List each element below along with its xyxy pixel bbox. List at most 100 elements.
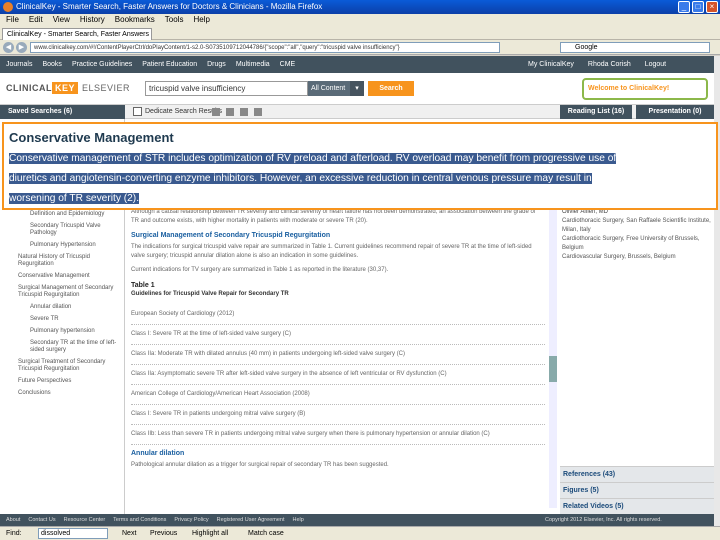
nav-practice-guidelines[interactable]: Practice Guidelines xyxy=(72,56,132,73)
find-next-button[interactable]: Next xyxy=(122,527,136,540)
menu-bookmarks[interactable]: Bookmarks xyxy=(115,14,155,26)
find-input[interactable]: dissolved xyxy=(38,528,108,539)
article-scrollbar[interactable] xyxy=(549,208,557,508)
forward-icon[interactable]: ▶ xyxy=(16,42,27,53)
chevron-down-icon[interactable]: ▾ xyxy=(350,81,364,96)
callout-line: worsening of TR severity (2). xyxy=(4,189,716,208)
browser-search-input[interactable]: Google xyxy=(560,42,710,53)
search-input[interactable]: tricuspid valve insufficiency xyxy=(145,81,308,96)
highlight-all-button[interactable]: Highlight all xyxy=(192,527,228,540)
footer-privacy[interactable]: Privacy Policy xyxy=(174,514,208,526)
author-panel: Olivier Alfieri, MD Cardiothoracic Surge… xyxy=(560,208,714,468)
table-row: Class IIa: Moderate TR with dilated annu… xyxy=(131,345,545,365)
scrollbar-thumb[interactable] xyxy=(549,356,557,382)
callout-line: diuretics and angiotensin-converting enz… xyxy=(4,169,716,189)
article-paragraph: Pathological annular dilation as a trigg… xyxy=(131,462,389,468)
callout-title: Conservative Management xyxy=(9,130,174,145)
outline-item[interactable]: Annular dilation xyxy=(0,302,124,314)
outline-item[interactable]: Pulmonary Hypertension xyxy=(0,240,124,252)
back-icon[interactable]: ◀ xyxy=(3,42,14,53)
print-icon[interactable] xyxy=(212,108,220,116)
copyright: Copyright 2012 Elsevier, Inc. All rights… xyxy=(545,517,662,523)
menu-help[interactable]: Help xyxy=(193,14,209,26)
footer-about[interactable]: About xyxy=(6,514,20,526)
highlighted-text: diuretics and angiotensin-converting enz… xyxy=(9,173,592,184)
menu-tools[interactable]: Tools xyxy=(165,14,184,26)
outline-item[interactable]: Natural History of Tricuspid Regurgitati… xyxy=(0,252,124,271)
browser-window: ClinicalKey - Smarter Search, Faster Ans… xyxy=(0,0,720,540)
outline-item[interactable]: Secondary Tricuspid Valve Pathology xyxy=(0,221,124,240)
match-case-checkbox[interactable]: Match case xyxy=(248,527,284,540)
table-row: Class I: Severe TR in patients undergoin… xyxy=(131,405,545,425)
table-row: American College of Cardiology/American … xyxy=(131,385,545,405)
author-affiliation: Cardiothoracic Surgery, San Raffaele Sci… xyxy=(562,218,711,233)
nav-journals[interactable]: Journals xyxy=(6,56,32,73)
url-bar[interactable]: www.clinicalkey.com/#!/ContentPlayerCtrl… xyxy=(30,42,500,53)
logout-link[interactable]: Logout xyxy=(645,56,666,73)
menu-edit[interactable]: Edit xyxy=(29,14,43,26)
author-affiliation: Cardiothoracic Surgery, Free University … xyxy=(562,236,700,251)
nav-drugs[interactable]: Drugs xyxy=(207,56,226,73)
menu-view[interactable]: View xyxy=(53,14,70,26)
content-filter-select[interactable]: All Content xyxy=(308,81,350,96)
author-affiliation: Cardiovascular Surgery, Brussels, Belgiu… xyxy=(562,254,676,260)
tool-icons xyxy=(212,108,262,116)
find-label: Find: xyxy=(6,530,22,537)
footer-terms[interactable]: Terms and Conditions xyxy=(113,514,166,526)
footer-contact[interactable]: Contact Us xyxy=(28,514,55,526)
outline-item[interactable]: Definition and Epidemiology xyxy=(0,209,124,221)
figures-panel[interactable]: Figures (5) xyxy=(560,482,714,498)
outline-item[interactable]: Surgical Treatment of Secondary Tricuspi… xyxy=(0,357,124,376)
nav-multimedia[interactable]: Multimedia xyxy=(236,56,270,73)
nav-patient-education[interactable]: Patient Education xyxy=(142,56,197,73)
related-videos-panel[interactable]: Related Videos (5) xyxy=(560,498,714,514)
reading-list-button[interactable]: Reading List (16) xyxy=(560,105,632,119)
results-toolbar: Saved Searches (6) Dedicate Search Resul… xyxy=(0,105,714,119)
logo-elsevier-text: ELSEVIER xyxy=(82,83,131,93)
outline-item[interactable]: Pulmonary hypertension xyxy=(0,326,124,338)
section-heading: Annular dilation xyxy=(131,450,185,457)
saved-searches-button[interactable]: Saved Searches (6) xyxy=(0,105,125,119)
welcome-banner[interactable]: Welcome to ClinicalKey! xyxy=(582,78,708,100)
table-row: Class IIb: Less than severe TR in patien… xyxy=(131,425,545,445)
site-footer: About Contact Us Resource Center Terms a… xyxy=(0,514,714,526)
footer-user-agreement[interactable]: Registered User Agreement xyxy=(217,514,285,526)
nav-cme[interactable]: CME xyxy=(280,56,296,73)
minimize-icon[interactable]: _ xyxy=(678,1,690,13)
window-titlebar: ClinicalKey - Smarter Search, Faster Ans… xyxy=(0,0,720,14)
navigation-toolbar: ◀ ▶ www.clinicalkey.com/#!/ContentPlayer… xyxy=(0,40,720,55)
outline-item[interactable]: Severe TR xyxy=(0,314,124,326)
close-icon[interactable]: × xyxy=(706,1,718,13)
user-name-link[interactable]: Rhoda Corish xyxy=(588,56,631,73)
email-icon[interactable] xyxy=(226,108,234,116)
article-paragraph: The indications for surgical tricuspid v… xyxy=(131,244,532,259)
top-navigation: Journals Books Practice Guidelines Patie… xyxy=(0,56,714,73)
dedicate-search-checkbox[interactable]: Dedicate Search Results xyxy=(133,105,222,119)
footer-resource-center[interactable]: Resource Center xyxy=(64,514,106,526)
outline-item[interactable]: Conclusions xyxy=(0,388,124,400)
outline-item[interactable]: Secondary TR at the time of left-sided s… xyxy=(0,338,124,357)
save-icon[interactable] xyxy=(240,108,248,116)
table-row: European Society of Cardiology (2012) xyxy=(131,305,545,325)
search-button[interactable]: Search xyxy=(368,81,414,96)
find-previous-button[interactable]: Previous xyxy=(150,527,177,540)
presentation-button[interactable]: Presentation (0) xyxy=(636,105,714,119)
footer-help[interactable]: Help xyxy=(292,514,303,526)
find-bar: Find: dissolved Next Previous Highlight … xyxy=(0,526,720,540)
article-paragraph: Although a causal relationship between T… xyxy=(131,209,536,224)
browser-tab[interactable]: ClinicalKey - Smarter Search, Faster Ans… xyxy=(2,28,152,40)
menu-history[interactable]: History xyxy=(80,14,105,26)
nav-books[interactable]: Books xyxy=(42,56,61,73)
menu-file[interactable]: File xyxy=(6,14,19,26)
outline-item[interactable]: Surgical Management of Secondary Tricusp… xyxy=(0,283,124,302)
table-label[interactable]: Table 1 xyxy=(131,281,545,290)
references-panel[interactable]: References (43) xyxy=(560,466,714,482)
table-title: Guidelines for Tricuspid Valve Repair fo… xyxy=(131,291,289,297)
maximize-icon[interactable]: □ xyxy=(692,1,704,13)
outline-item[interactable]: Future Perspectives xyxy=(0,376,124,388)
clinicalkey-logo[interactable]: CLINICAL KEY ELSEVIER xyxy=(6,82,131,94)
article-body: Although a causal relationship between T… xyxy=(131,208,545,508)
pdf-icon[interactable] xyxy=(254,108,262,116)
my-clinicalkey-link[interactable]: My ClinicalKey xyxy=(528,56,574,73)
outline-item[interactable]: Conservative Management xyxy=(0,271,124,283)
